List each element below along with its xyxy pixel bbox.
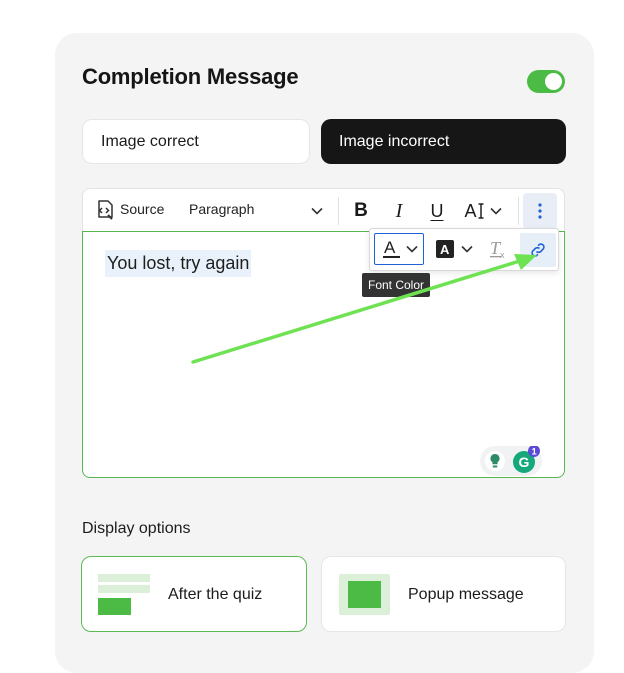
option-popup-message-label: Popup message — [408, 586, 524, 603]
more-options-button[interactable] — [523, 193, 557, 229]
chevron-down-icon — [460, 245, 473, 253]
svg-text:A: A — [440, 242, 450, 257]
tab-image-correct[interactable]: Image correct — [82, 119, 310, 164]
tab-image-incorrect[interactable]: Image incorrect — [321, 119, 566, 164]
svg-text:x: x — [500, 250, 505, 260]
underline-button[interactable]: U — [425, 197, 449, 225]
chevron-down-icon[interactable] — [309, 201, 325, 221]
font-size-button[interactable]: A — [461, 197, 505, 225]
after-quiz-thumbnail-icon — [98, 574, 150, 615]
editor-text[interactable]: You lost, try again — [105, 250, 252, 277]
option-after-quiz[interactable]: After the quiz — [81, 556, 307, 632]
paragraph-select[interactable]: Paragraph — [189, 201, 254, 217]
underline-glyph: U — [430, 200, 444, 221]
tab-image-correct-label: Image correct — [101, 132, 199, 150]
text-height-icon — [478, 203, 483, 219]
editor-toolbar: Source Paragraph B I U A — [82, 188, 565, 232]
option-after-quiz-label: After the quiz — [168, 586, 263, 603]
svg-text:1: 1 — [532, 447, 537, 457]
option-popup-message[interactable]: Popup message — [321, 556, 566, 632]
toolbar-divider — [338, 197, 339, 225]
tab-image-incorrect-label: Image incorrect — [339, 132, 450, 150]
italic-button[interactable]: I — [387, 197, 411, 225]
remove-format-icon: T x — [490, 238, 505, 260]
chevron-down-icon — [405, 245, 418, 253]
more-options-dropdown: A A T x — [369, 228, 559, 271]
grammarly-widget[interactable]: G 1 — [480, 445, 542, 476]
font-color-icon: A — [382, 238, 400, 258]
svg-text:A: A — [384, 238, 396, 257]
font-color-button[interactable]: A — [374, 233, 424, 265]
section-title: Completion Message — [82, 64, 299, 89]
vertical-dots-icon — [538, 203, 542, 219]
toggle-knob — [545, 73, 562, 90]
font-size-glyph: A — [464, 200, 477, 221]
toolbar-divider — [518, 197, 519, 225]
link-icon — [531, 243, 545, 257]
link-button[interactable] — [520, 233, 556, 267]
background-color-icon: A — [435, 240, 454, 258]
font-color-tooltip: Font Color — [362, 273, 431, 297]
remove-format-button[interactable]: T x — [484, 235, 514, 263]
popup-thumbnail-icon — [339, 574, 390, 615]
source-button-label[interactable]: Source — [120, 201, 164, 217]
display-options-label: Display options — [82, 520, 191, 537]
svg-text:G: G — [519, 454, 530, 470]
chevron-down-icon — [489, 207, 502, 215]
source-icon[interactable] — [93, 198, 117, 222]
bold-button[interactable]: B — [349, 197, 373, 225]
grammarly-icons: G 1 — [485, 445, 540, 473]
enable-toggle[interactable] — [527, 70, 565, 93]
background-color-button[interactable]: A — [432, 235, 476, 263]
